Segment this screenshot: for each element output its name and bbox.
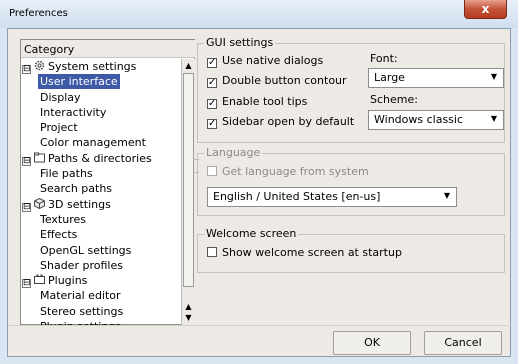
plugin-icon [34,274,45,285]
tree-item-label: Paths & directories [48,151,152,165]
welcome-screen-legend: Welcome screen [204,227,299,240]
tree-item[interactable]: File paths [21,166,181,181]
tree-item-label: File paths [40,167,93,181]
tree-item-label: Color management [40,136,146,150]
show-welcome-checkbox[interactable]: Show welcome screen at startup [207,246,402,259]
tree-item[interactable]: Textures [21,212,181,227]
category-tree: Category ⊟ System settings User interface D… [20,39,195,325]
tree-item-label: OpenGL settings [40,243,132,257]
tree-scrollbar[interactable]: ▲ ▲ ▼ [181,59,195,325]
language-legend: Language [204,146,263,159]
checkbox-box[interactable]: ✓ [207,119,217,129]
collapse-icon[interactable]: ⊟ [22,65,31,74]
tree-item[interactable]: Material editor [21,288,181,303]
welcome-screen-group: Welcome screen Show welcome screen at st… [197,227,505,273]
language-select-value: English / United States [en-us] [213,190,381,203]
preferences-dialog: Category ⊟ System settings User interface D… [7,28,512,357]
checkbox-box[interactable] [207,247,217,257]
tree-item-label: Stereo settings [40,304,124,318]
scheme-select[interactable]: Windows classic ▼ [368,110,504,130]
window-title: Preferences [9,8,68,19]
checkbox-label: Get language from system [222,165,369,178]
tree-item-label: Search paths [40,182,113,196]
tree-group-item[interactable]: ⊟ 3D settings [21,197,181,212]
chevron-down-icon: ▼ [490,72,497,81]
checkbox-box[interactable]: ✓ [207,78,217,88]
tree-item[interactable]: Stereo settings [21,304,181,319]
tree-item[interactable]: Display [21,90,181,105]
cube-icon [34,197,45,209]
get-language-from-system-checkbox[interactable]: Get language from system [207,165,369,178]
gui-settings-group: GUI settings ✓ Use native dialogs ✓ Double… [197,36,505,143]
chevron-down-icon: ▼ [443,191,450,200]
scheme-select-value: Windows classic [374,113,464,126]
gear-icon [34,60,45,71]
tree-item[interactable]: User interface [21,74,181,90]
footer-divider [8,325,512,326]
folder-icon [34,152,45,163]
font-select[interactable]: Large ▼ [368,68,504,88]
tree-body: ⊟ System settings User interface Display Int… [21,59,181,325]
checkbox-box[interactable] [207,166,217,176]
font-label: Font: [370,52,398,65]
enable-tool-tips-checkbox[interactable]: ✓ Enable tool tips [207,95,307,109]
tree-item[interactable]: Shader profiles [21,258,181,273]
cancel-button[interactable]: Cancel [424,331,502,355]
tree-item[interactable]: Project [21,120,181,135]
tree-group-item[interactable]: ⊟ System settings [21,59,181,74]
tree-item-label: Interactivity [40,105,107,119]
checkbox-label: Enable tool tips [222,95,308,108]
tree-item-label: User interface [38,74,120,90]
checkbox-label: Show welcome screen at startup [222,246,402,259]
font-select-value: Large [374,71,405,84]
collapse-icon[interactable]: ⊟ [22,156,31,166]
tree-item[interactable]: OpenGL settings [21,243,181,258]
use-native-dialogs-checkbox[interactable]: ✓ Use native dialogs [207,54,323,68]
tree-item-label: Display [40,90,81,104]
tree-item-label: Project [40,121,78,135]
tree-item-label: Textures [40,212,86,226]
gui-settings-legend: GUI settings [204,36,276,49]
tree-item-label: Effects [40,228,78,242]
checkbox-label: Sidebar open by default [222,115,355,128]
tree-item[interactable]: Effects [21,227,181,242]
tree-item[interactable]: Search paths [21,181,181,196]
tree-group-item[interactable]: ⊟ Plugins [21,273,181,289]
title-bar: Preferences x [0,0,518,28]
chevron-down-icon: ▼ [490,114,497,123]
tree-item-label: Material editor [40,289,121,303]
tree-header: Category [21,40,195,58]
tree-group-item[interactable]: ⊟ Paths & directories [21,151,181,166]
collapse-icon[interactable]: ⊟ [22,279,31,289]
checkbox-label: Use native dialogs [222,54,324,67]
scroll-down-arrow-icon[interactable]: ▼ [182,312,195,324]
scroll-up-arrow-icon[interactable]: ▲ [182,60,195,72]
checkbox-box[interactable]: ✓ [207,99,217,109]
collapse-icon[interactable]: ⊟ [22,202,31,212]
language-group: Language Get language from system Englis… [197,146,505,216]
scheme-label: Scheme: [370,93,418,106]
ok-button[interactable]: OK [333,331,411,355]
scroll-thumb[interactable] [183,73,194,287]
tree-item-label: System settings [48,60,137,73]
sidebar-open-checkbox[interactable]: ✓ Sidebar open by default [207,115,354,129]
close-button[interactable]: x [464,0,507,19]
tree-item[interactable]: Color management [21,135,181,150]
double-button-contour-checkbox[interactable]: ✓ Double button contour [207,74,347,88]
tree-item[interactable]: Interactivity [21,105,181,120]
language-select[interactable]: English / United States [en-us] ▼ [207,187,457,207]
checkbox-box[interactable]: ✓ [207,58,217,68]
tree-item-label: Shader profiles [40,258,123,272]
checkbox-label: Double button contour [222,74,347,87]
tree-item-label: 3D settings [48,197,111,211]
tree-item-label: Plugins [48,274,88,288]
